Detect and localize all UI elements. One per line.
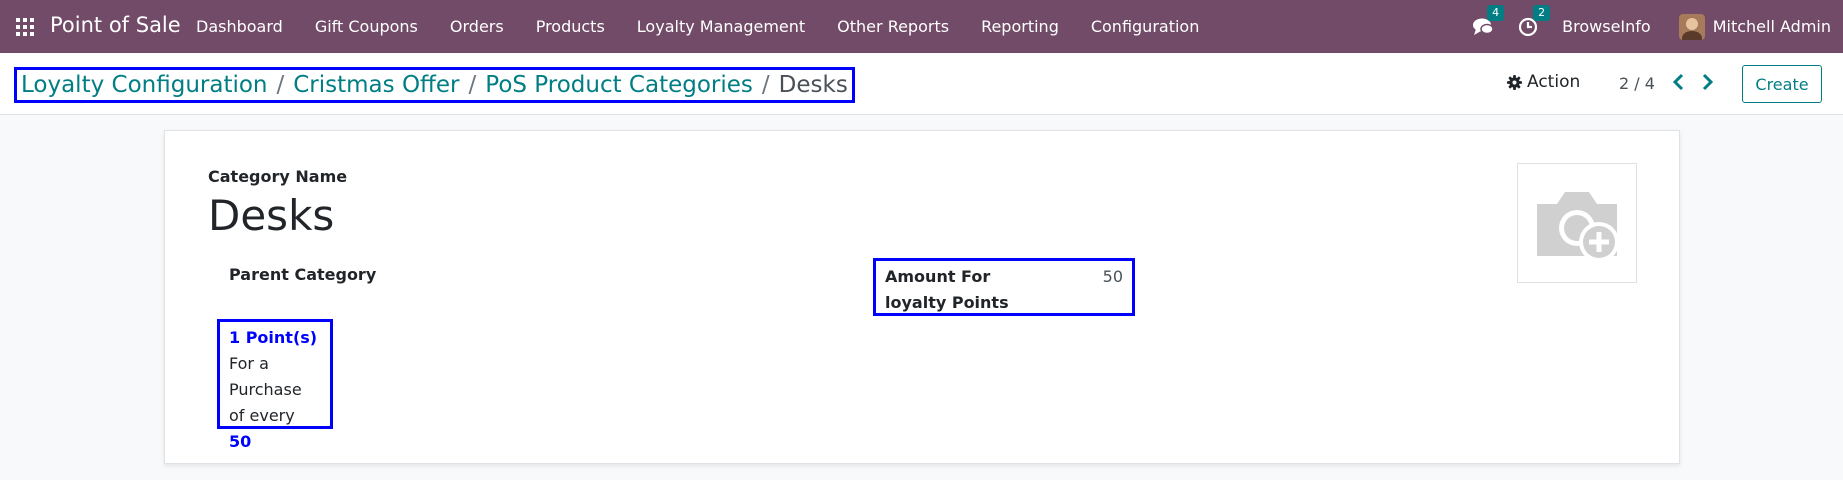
image-upload-field[interactable] [1517,163,1637,283]
breadcrumb: Loyalty Configuration / Cristmas Offer /… [14,67,855,103]
menu-item-configuration[interactable]: Configuration [1091,17,1200,36]
camera-add-icon [1537,192,1619,262]
user-avatar [1678,13,1705,40]
app-brand[interactable]: Point of Sale [50,13,181,37]
menu-item-reporting[interactable]: Reporting [981,17,1059,36]
menu-item-gift-coupons[interactable]: Gift Coupons [315,17,418,36]
breadcrumb-cristmas-offer[interactable]: Cristmas Offer [293,72,459,98]
menu-item-dashboard[interactable]: Dashboard [196,17,283,36]
company-switcher[interactable]: BrowseInfo [1562,17,1651,36]
action-button[interactable]: Action [1507,72,1580,92]
gear-icon [1507,74,1522,90]
breadcrumb-separator: / [761,72,770,98]
systray: 4 2 BrowseInfo Mitchell Admin [1472,0,1843,53]
menu-item-loyalty-management[interactable]: Loyalty Management [637,17,805,36]
top-navbar: Point of Sale Dashboard Gift Coupons Ord… [0,0,1843,53]
pager-value[interactable]: 2 / 4 [1619,74,1655,93]
form-sheet: Category Name Desks Parent Category 1 Po… [164,130,1680,464]
user-name: Mitchell Admin [1712,17,1831,36]
amount-for-loyalty-points-label: Amount For loyalty Points [885,267,1009,312]
control-panel: Loyalty Configuration / Cristmas Offer /… [0,53,1843,115]
activities-count-badge: 2 [1533,4,1551,21]
category-name-field[interactable]: Desks [208,191,334,240]
menu-item-orders[interactable]: Orders [450,17,504,36]
chevron-right-icon[interactable] [1700,73,1714,91]
main-menu: Dashboard Gift Coupons Orders Products L… [196,0,1231,53]
loyalty-points-summary: 1 Point(s) For a Purchase of every 50 [217,319,333,451]
create-button[interactable]: Create [1742,65,1822,103]
breadcrumb-separator: / [276,72,285,98]
messages-count-badge: 4 [1487,4,1505,21]
parent-category-label: Parent Category [229,265,377,284]
messages-button[interactable]: 4 [1472,4,1505,37]
breadcrumb-current: Desks [778,72,848,98]
user-menu[interactable]: Mitchell Admin [1678,13,1831,40]
amount-for-loyalty-points-field: Amount For loyalty Points 50 [873,258,1135,316]
purchase-amount: 50 [229,432,252,451]
loyalty-points-value: 1 Point(s) [229,328,318,347]
menu-item-other-reports[interactable]: Other Reports [837,17,949,36]
category-name-label: Category Name [208,167,348,186]
breadcrumb-separator: / [468,72,477,98]
amount-for-loyalty-points-input[interactable]: 50 [1103,264,1123,290]
breadcrumb-loyalty-configuration[interactable]: Loyalty Configuration [21,72,268,98]
breadcrumb-pos-product-categories[interactable]: PoS Product Categories [485,72,753,98]
action-label: Action [1527,72,1581,92]
chevron-left-icon[interactable] [1672,73,1686,91]
activities-button[interactable]: 2 [1518,4,1551,37]
apps-grid-icon[interactable] [16,18,34,36]
menu-item-products[interactable]: Products [536,17,605,36]
purchase-text: For a Purchase of every [229,354,302,425]
